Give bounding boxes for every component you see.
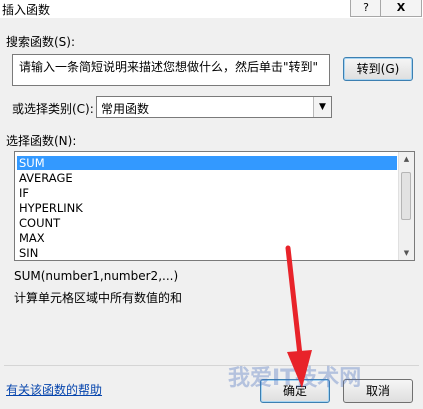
arrow-head: [287, 350, 312, 388]
arrow-shaft: [285, 245, 303, 358]
annotation-arrow: [285, 245, 312, 388]
